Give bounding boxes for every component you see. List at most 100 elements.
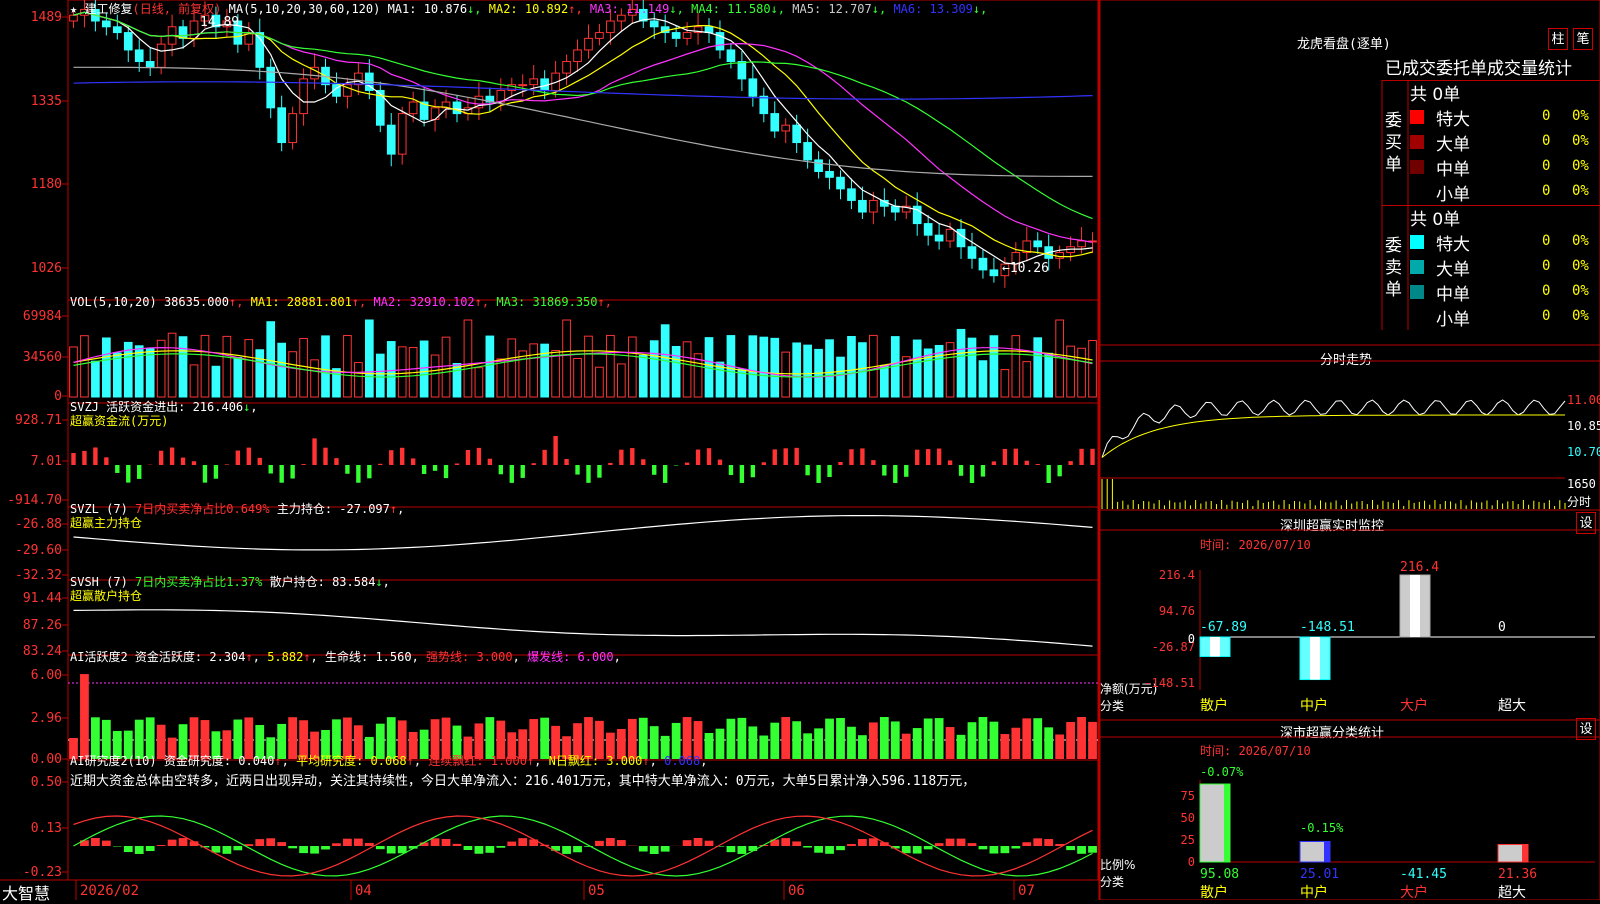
right-frame bbox=[1100, 345, 1600, 510]
volume-bar bbox=[245, 340, 253, 397]
volume-bar bbox=[146, 349, 154, 397]
svzj-bar bbox=[937, 449, 941, 465]
ai-res-v2: 平均研究度: 0.068 bbox=[296, 754, 407, 768]
svzj-bar bbox=[334, 458, 338, 465]
svzj-bar bbox=[794, 448, 798, 465]
legend-item: MA3: 31869.350 bbox=[496, 295, 597, 309]
svzj-bar bbox=[575, 465, 579, 475]
svzj-bar bbox=[718, 460, 722, 465]
ai-act-bar bbox=[770, 723, 779, 759]
svzj-bar bbox=[1047, 465, 1051, 483]
sz-cat: 分类 bbox=[1100, 697, 1124, 714]
svzj-bar bbox=[1068, 461, 1072, 465]
svzj-bar bbox=[82, 451, 86, 465]
row-swatch bbox=[1410, 235, 1424, 249]
candle-body bbox=[289, 114, 297, 143]
volume-bar bbox=[760, 337, 768, 397]
svzj-bar bbox=[1090, 449, 1094, 465]
candle-body bbox=[453, 102, 461, 114]
ai-res-bar bbox=[365, 843, 374, 846]
intraday-tick: 11.00 bbox=[1567, 393, 1600, 407]
ai-res-bar bbox=[321, 846, 330, 849]
row-pct: 0% bbox=[1572, 108, 1589, 124]
row-name: 特大 bbox=[1436, 230, 1470, 255]
ai-res-bar bbox=[475, 846, 484, 854]
volume-bar bbox=[212, 366, 220, 397]
volume-bar bbox=[837, 357, 845, 397]
volume-bar bbox=[113, 353, 121, 397]
period-label[interactable]: (日线, 前复权) bbox=[132, 2, 221, 16]
svzj-bar bbox=[356, 465, 360, 483]
ma3-line bbox=[74, 12, 1093, 242]
volume-bar bbox=[628, 337, 636, 397]
ai-act-bar bbox=[946, 727, 955, 759]
volume-bar bbox=[223, 336, 231, 397]
row-value: 0 bbox=[1542, 308, 1550, 324]
ai-act-v1: 资金活跃度: 2.304 bbox=[135, 650, 246, 664]
volume-bar bbox=[289, 352, 297, 397]
x-axis-label: 04 bbox=[355, 883, 372, 899]
ai-act-bar bbox=[1044, 727, 1053, 759]
price-header: ★ 建工修复(日线, 前复权) MA(5,10,20,30,60,120) MA… bbox=[70, 0, 987, 17]
volume-bar bbox=[607, 335, 615, 397]
ai-res-bar bbox=[847, 844, 856, 846]
ai-res-bar bbox=[310, 846, 319, 854]
candle-body bbox=[804, 143, 812, 160]
sc-y-tick: 0 bbox=[1188, 855, 1195, 869]
ai-res-bar bbox=[1033, 838, 1042, 846]
row-value: 0 bbox=[1542, 283, 1550, 299]
sz-settings-button[interactable]: 设 bbox=[1576, 512, 1596, 534]
svsh-line-g bbox=[74, 610, 1093, 646]
ai-act-bar bbox=[847, 727, 856, 759]
stock-name[interactable]: 建工修复 bbox=[84, 2, 132, 16]
sc-unit: 比例% bbox=[1100, 856, 1135, 873]
volume-bar bbox=[420, 341, 428, 397]
ai-res-bar bbox=[1000, 846, 1009, 853]
row-value: 0 bbox=[1542, 233, 1550, 249]
volume-bars bbox=[70, 320, 1097, 397]
volume-bar bbox=[902, 357, 910, 397]
y-tick-label: 0.00 bbox=[31, 752, 62, 767]
ai-res-bar bbox=[595, 841, 604, 846]
sc-y-tick: 50 bbox=[1181, 811, 1195, 825]
candle-body bbox=[596, 33, 604, 39]
svzj-bar bbox=[948, 460, 952, 465]
svzl-line bbox=[74, 516, 1093, 550]
row-name: 特大 bbox=[1436, 105, 1470, 130]
ma-items: MA1: 10.876↓, MA2: 10.892↑, MA3: 11.149↓… bbox=[388, 2, 988, 16]
bar-mode-button[interactable]: 柱 bbox=[1548, 28, 1568, 50]
candle-body bbox=[957, 229, 965, 246]
sc-y-tick: 75 bbox=[1181, 789, 1195, 803]
svzl-sub: 超赢主力持仓 bbox=[70, 514, 142, 531]
tick-mode-button[interactable]: 笔 bbox=[1573, 28, 1593, 50]
volume-bar bbox=[618, 364, 626, 397]
right-frame bbox=[1100, 510, 1600, 720]
volume-bar bbox=[442, 337, 450, 397]
kline-area[interactable]: 148913351180102669984345600928.717.01-91… bbox=[0, 0, 1100, 900]
sz-category: 中户 bbox=[1300, 697, 1328, 714]
volume-bar bbox=[190, 365, 198, 397]
volume-bar bbox=[344, 336, 352, 397]
ai-act-v4: 强势线: 3.000 bbox=[426, 650, 513, 664]
svsh-pct: 7日内买卖净占比1.37% bbox=[135, 575, 262, 589]
ai-act-bar bbox=[968, 722, 977, 759]
y-tick-label: -32.32 bbox=[15, 568, 62, 583]
ai-res-bar bbox=[135, 846, 144, 854]
volume-bar bbox=[880, 365, 888, 397]
ai-res-bar bbox=[639, 846, 648, 852]
ai-act-bar bbox=[836, 718, 845, 759]
sc-settings-button[interactable]: 设 bbox=[1576, 718, 1596, 740]
ai-res-bar bbox=[683, 840, 692, 846]
svzj-bar bbox=[707, 448, 711, 465]
sc-title: 深市超赢分类统计 bbox=[1280, 722, 1384, 741]
volume-bar bbox=[1001, 370, 1009, 397]
svzj-bar bbox=[805, 465, 809, 475]
svzj-bar bbox=[630, 448, 634, 465]
sc-bar-edge bbox=[1224, 784, 1230, 862]
volume-bar bbox=[311, 360, 319, 397]
svzj-sub: 超赢资金流(万元) bbox=[70, 412, 168, 429]
svzj-bar bbox=[608, 463, 612, 465]
sc-bar-label: 21.36 bbox=[1498, 867, 1537, 882]
row-pct: 0% bbox=[1572, 308, 1589, 324]
candle-body bbox=[1056, 253, 1064, 259]
